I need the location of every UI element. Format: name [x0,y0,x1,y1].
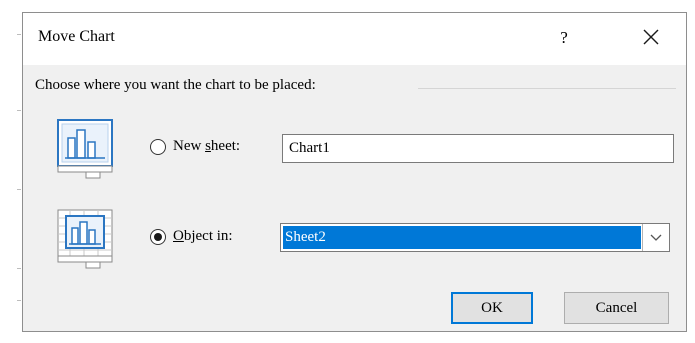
dialog-title: Move Chart [38,28,115,45]
embedded-chart-icon [56,208,114,272]
dropdown-button[interactable] [642,224,669,251]
background-gridline [17,110,21,111]
background-gridline [17,34,21,35]
new-sheet-radio[interactable] [150,139,166,155]
close-button[interactable] [634,20,668,54]
chevron-down-icon [650,234,662,241]
new-sheet-name-input[interactable] [282,134,674,163]
chart-sheet-icon [56,118,114,182]
help-button[interactable]: ? [549,23,579,53]
object-in-sheet-select[interactable]: Sheet2 [280,223,670,252]
background-gridline [17,300,21,301]
placement-group-label: Choose where you want the chart to be pl… [35,77,322,94]
object-in-label[interactable]: Object in: [173,228,233,245]
selected-sheet-value: Sheet2 [283,226,641,249]
new-sheet-label[interactable]: New sheet: [173,138,240,155]
dialog-titlebar: Move Chart ? [23,13,686,65]
close-icon [643,29,659,45]
background-gridline [17,268,21,269]
cancel-button[interactable]: Cancel [564,292,669,324]
object-in-radio[interactable] [150,229,166,245]
background-gridline [17,189,21,190]
group-divider [418,88,676,89]
background-worksheet-edge [0,0,22,343]
ok-button[interactable]: OK [451,292,533,324]
move-chart-dialog: Move Chart ? Choose where you want the c… [22,12,687,332]
help-icon: ? [560,28,568,47]
